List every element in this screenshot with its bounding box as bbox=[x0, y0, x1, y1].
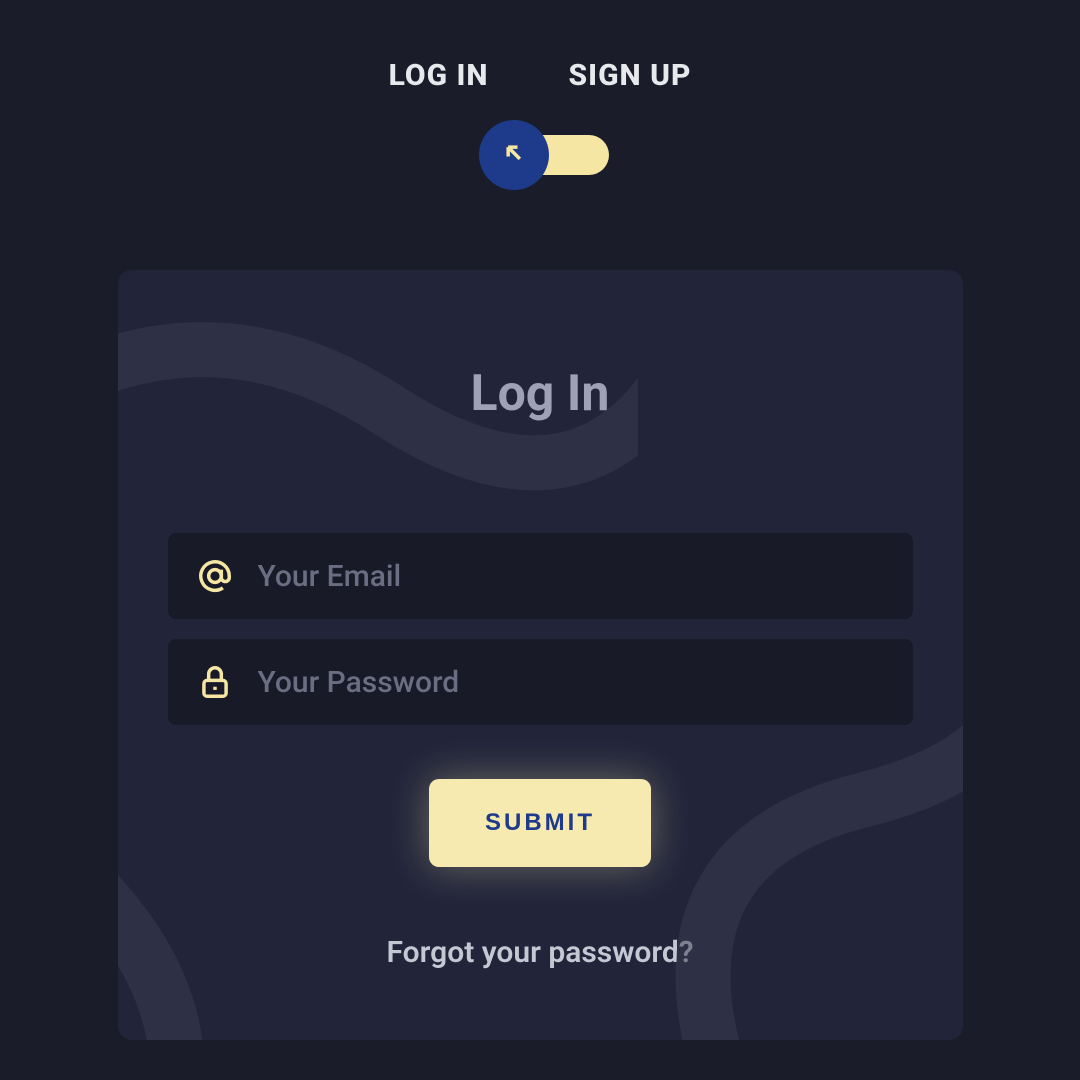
password-field[interactable] bbox=[258, 665, 885, 700]
forgot-password-link[interactable]: Forgot your password? bbox=[168, 935, 913, 970]
email-input-group bbox=[168, 533, 913, 619]
email-field[interactable] bbox=[258, 559, 885, 594]
toggle-track[interactable] bbox=[519, 135, 609, 175]
at-icon bbox=[196, 557, 234, 595]
login-card: Log In SUBMIT Forgot your password? bbox=[118, 270, 963, 1040]
arrow-up-left-icon bbox=[500, 139, 528, 171]
tab-login[interactable]: LOG IN bbox=[389, 58, 489, 93]
lock-icon bbox=[196, 663, 234, 701]
auth-tabs: LOG IN SIGN UP bbox=[0, 0, 1080, 93]
submit-button[interactable]: SUBMIT bbox=[429, 779, 651, 867]
toggle-knob[interactable] bbox=[479, 120, 549, 190]
tab-signup[interactable]: SIGN UP bbox=[569, 58, 692, 93]
auth-toggle bbox=[0, 135, 1080, 175]
password-input-group bbox=[168, 639, 913, 725]
card-title: Log In bbox=[168, 365, 913, 423]
